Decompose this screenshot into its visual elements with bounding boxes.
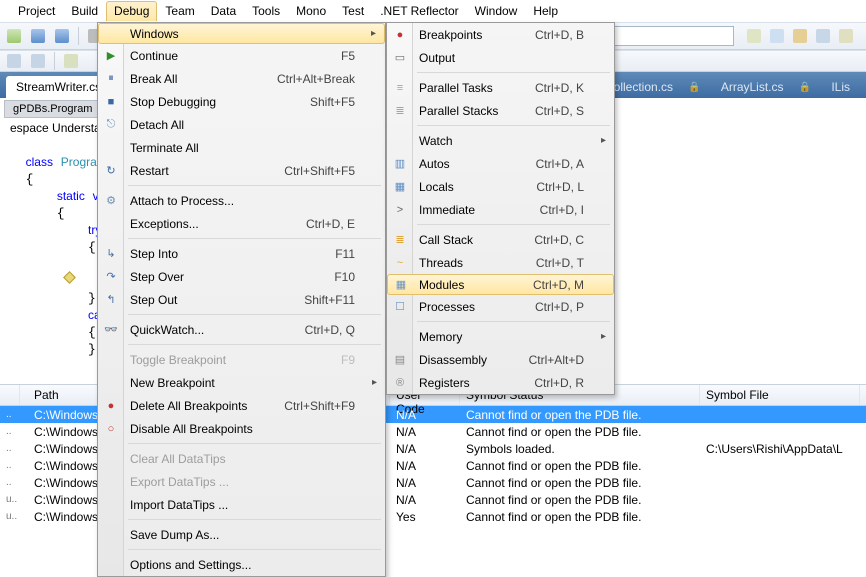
debugmenu-export-datatips: Export DataTips ... <box>98 470 385 493</box>
detach-all-icon: ⎋ <box>103 117 119 133</box>
winmenu-threads[interactable]: ~ThreadsCtrl+D, T <box>387 251 614 274</box>
debugmenu-step-over[interactable]: ↷Step OverF10 <box>98 265 385 288</box>
winmenu-locals[interactable]: ▦LocalsCtrl+D, L <box>387 175 614 198</box>
attach-to-process--icon: ⚙ <box>103 193 119 209</box>
solution-config-combo[interactable] <box>594 26 734 46</box>
debugmenu-disable-all-breakpoints[interactable]: ○Disable All Breakpoints <box>98 417 385 440</box>
debugmenu-restart[interactable]: ↻RestartCtrl+Shift+F5 <box>98 159 385 182</box>
step-into-icon: ↳ <box>103 246 119 262</box>
continue-icon: ▶ <box>103 48 119 64</box>
menubar-netreflector[interactable]: .NET Reflector <box>372 1 466 21</box>
tool-icon-2[interactable] <box>767 26 787 46</box>
winmenu-call-stack[interactable]: ≣Call StackCtrl+D, C <box>387 228 614 251</box>
threads-icon: ~ <box>392 255 408 271</box>
menubar-debug[interactable]: Debug <box>106 1 157 21</box>
menubar-mono[interactable]: Mono <box>288 1 334 21</box>
call-stack-icon: ≣ <box>392 232 408 248</box>
debug-windows-submenu: ●BreakpointsCtrl+D, B▭Output ≡Parallel Ta… <box>386 22 615 395</box>
output-icon: ▭ <box>392 50 408 66</box>
winmenu-breakpoints[interactable]: ●BreakpointsCtrl+D, B <box>387 23 614 46</box>
col-symbolfile[interactable]: Symbol File <box>700 385 860 405</box>
winmenu-output[interactable]: ▭Output <box>387 46 614 69</box>
winmenu-modules[interactable]: ▦ModulesCtrl+D, M <box>387 274 614 295</box>
menubar-tools[interactable]: Tools <box>244 1 288 21</box>
winmenu-autos[interactable]: ▥AutosCtrl+D, A <box>387 152 614 175</box>
restart-icon: ↻ <box>103 163 119 179</box>
debugmenu-exceptions[interactable]: Exceptions...Ctrl+D, E <box>98 212 385 235</box>
parallel-stacks-icon: ≣ <box>392 103 408 119</box>
winmenu-processes[interactable]: ☐ProcessesCtrl+D, P <box>387 295 614 318</box>
debugmenu-toggle-breakpoint: Toggle BreakpointF9 <box>98 348 385 371</box>
debugmenu-continue[interactable]: ▶ContinueF5 <box>98 44 385 67</box>
step-out-icon: ↰ <box>103 292 119 308</box>
debugmenu-attach-to-process[interactable]: ⚙Attach to Process... <box>98 189 385 212</box>
step-over-icon: ↷ <box>103 269 119 285</box>
immediate-icon: > <box>392 202 408 218</box>
tool-icon-5[interactable] <box>836 26 856 46</box>
menubar: ProjectBuildDebugTeamDataToolsMonoTest.N… <box>0 0 866 22</box>
stop-debugging-icon: ■ <box>103 94 119 110</box>
new-file-icon[interactable] <box>4 26 24 46</box>
tool-icon-4[interactable] <box>813 26 833 46</box>
winmenu-parallel-stacks[interactable]: ≣Parallel StacksCtrl+D, S <box>387 99 614 122</box>
debugmenu-step-out[interactable]: ↰Step OutShift+F11 <box>98 288 385 311</box>
tool-icon-3[interactable] <box>790 26 810 46</box>
menubar-project[interactable]: Project <box>10 1 63 21</box>
menubar-help[interactable]: Help <box>525 1 566 21</box>
menubar-window[interactable]: Window <box>467 1 526 21</box>
debugmenu-terminate-all[interactable]: Terminate All <box>98 136 385 159</box>
debugmenu-stop-debugging[interactable]: ■Stop DebuggingShift+F5 <box>98 90 385 113</box>
registers-icon: ® <box>392 375 408 391</box>
debugmenu-import-datatips[interactable]: Import DataTips ... <box>98 493 385 516</box>
debugmenu-new-breakpoint[interactable]: New Breakpoint <box>98 371 385 394</box>
winmenu-memory[interactable]: Memory <box>387 325 614 348</box>
debugmenu-options-and-settings[interactable]: Options and Settings... <box>98 553 385 576</box>
debug-menu: Windows▶ContinueF5⏸Break AllCtrl+Alt+Bre… <box>97 22 386 577</box>
debugmenu-windows[interactable]: Windows <box>98 23 385 44</box>
debugmenu-break-all[interactable]: ⏸Break AllCtrl+Alt+Break <box>98 67 385 90</box>
tool-icon-1[interactable] <box>744 26 764 46</box>
debugmenu-detach-all[interactable]: ⎋Detach All <box>98 113 385 136</box>
menubar-test[interactable]: Test <box>334 1 372 21</box>
processes-icon: ☐ <box>392 299 408 315</box>
winmenu-parallel-tasks[interactable]: ≡Parallel TasksCtrl+D, K <box>387 76 614 99</box>
disable-all-breakpoints-icon: ○ <box>103 421 119 437</box>
col-name[interactable] <box>0 385 20 405</box>
class-dropdown[interactable]: gPDBs.Program <box>4 100 101 118</box>
debugmenu-quickwatch[interactable]: 👓QuickWatch...Ctrl+D, Q <box>98 318 385 341</box>
winmenu-immediate[interactable]: >ImmediateCtrl+D, I <box>387 198 614 221</box>
quickwatch--icon: 👓 <box>103 322 119 338</box>
autos-icon: ▥ <box>392 156 408 172</box>
outdent-icon[interactable] <box>4 51 24 71</box>
winmenu-disassembly[interactable]: ▤DisassemblyCtrl+Alt+D <box>387 348 614 371</box>
parallel-tasks-icon: ≡ <box>392 80 408 96</box>
breakpoints-icon: ● <box>392 27 408 43</box>
debugmenu-step-into[interactable]: ↳Step IntoF11 <box>98 242 385 265</box>
debugmenu-delete-all-breakpoints[interactable]: ●Delete All BreakpointsCtrl+Shift+F9 <box>98 394 385 417</box>
menubar-team[interactable]: Team <box>157 1 202 21</box>
menubar-data[interactable]: Data <box>203 1 244 21</box>
lock-icon: 🔒 <box>799 82 811 93</box>
comment-icon[interactable] <box>61 51 81 71</box>
save-icon[interactable] <box>28 26 48 46</box>
debugmenu-clear-all-datatips: Clear All DataTips <box>98 447 385 470</box>
disassembly-icon: ▤ <box>392 352 408 368</box>
menubar-build[interactable]: Build <box>63 1 106 21</box>
winmenu-watch[interactable]: Watch <box>387 129 614 152</box>
modules-icon: ▦ <box>393 277 409 293</box>
winmenu-registers[interactable]: ®RegistersCtrl+D, R <box>387 371 614 394</box>
lock-icon: 🔒 <box>688 82 700 93</box>
delete-all-breakpoints-icon: ● <box>103 398 119 414</box>
break-all-icon: ⏸ <box>103 71 119 87</box>
debugmenu-save-dump-as[interactable]: Save Dump As... <box>98 523 385 546</box>
indent-icon[interactable] <box>28 51 48 71</box>
save-all-icon[interactable] <box>52 26 72 46</box>
locals-icon: ▦ <box>392 179 408 195</box>
